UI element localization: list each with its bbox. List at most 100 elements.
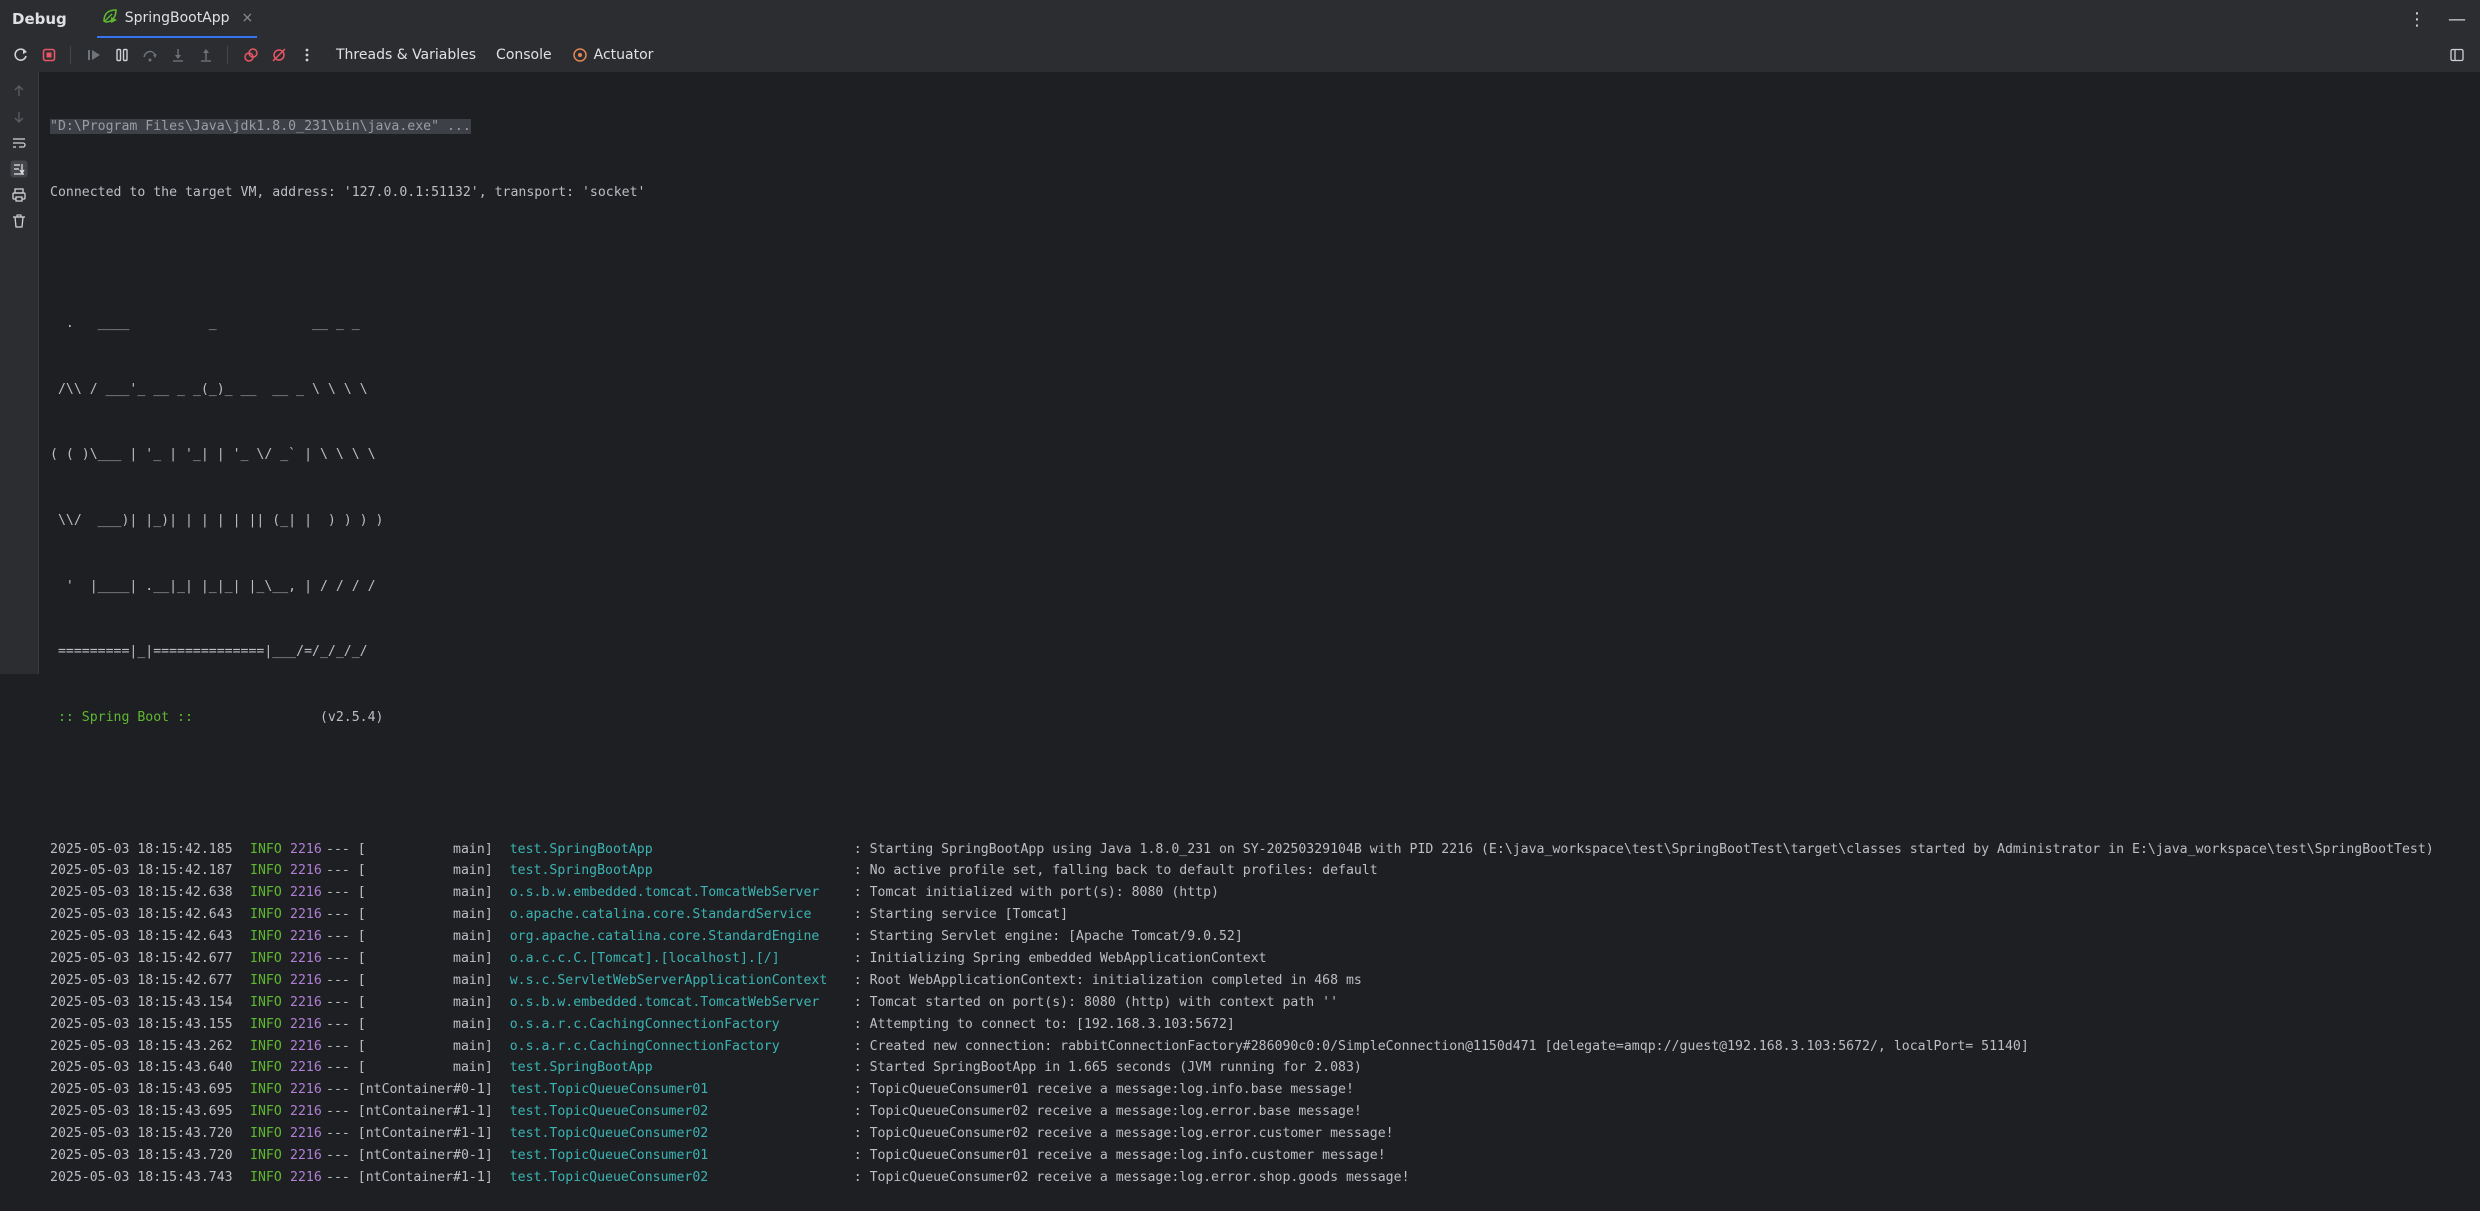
log-message: : TopicQueueConsumer01 receive a message… [853, 1082, 1354, 1098]
log-separator: --- [326, 1060, 350, 1076]
log-timestamp: 2025-05-03 18:15:43.743 [50, 1169, 233, 1185]
rerun-icon[interactable] [8, 42, 34, 68]
log-pid: 2216 [290, 907, 322, 923]
log-pid: 2216 [290, 929, 322, 945]
scroll-down-icon[interactable] [0, 104, 38, 130]
log-timestamp: 2025-05-03 18:15:43.262 [50, 1038, 233, 1054]
log-logger[interactable]: test.SpringBootApp [510, 839, 854, 861]
log-logger[interactable]: o.apache.catalina.core.StandardService [510, 904, 854, 926]
spring-boot-version: (v2.5.4) [200, 710, 384, 726]
connected-message: Connected to the target VM, address: '12… [50, 184, 646, 200]
log-pid: 2216 [290, 1148, 322, 1164]
log-logger[interactable]: o.s.a.r.c.CachingConnectionFactory [510, 1014, 854, 1036]
log-thread: [ntContainer#1-1] [357, 1104, 493, 1120]
log-logger[interactable]: test.SpringBootApp [510, 1057, 854, 1079]
log-message: : Tomcat initialized with port(s): 8080 … [853, 885, 1219, 901]
more-vert-icon[interactable] [294, 42, 320, 68]
log-separator: --- [326, 1038, 350, 1054]
tab-console[interactable]: Console [496, 47, 552, 63]
log-timestamp: 2025-05-03 18:15:42.638 [50, 885, 233, 901]
log-level: INFO [250, 1126, 282, 1142]
log-logger[interactable]: test.TopicQueueConsumer02 [510, 1101, 854, 1123]
log-logger[interactable]: test.TopicQueueConsumer01 [510, 1145, 854, 1167]
log-message: : Started SpringBootApp in 1.665 seconds… [853, 1060, 1362, 1076]
log-separator: --- [326, 863, 350, 879]
log-timestamp: 2025-05-03 18:15:43.640 [50, 1060, 233, 1076]
log-logger[interactable]: w.s.c.ServletWebServerApplicationContext [510, 970, 854, 992]
tab-threads-variables[interactable]: Threads & Variables [336, 47, 476, 63]
log-message: : TopicQueueConsumer02 receive a message… [853, 1126, 1394, 1142]
log-message: : Tomcat started on port(s): 8080 (http)… [853, 994, 1339, 1010]
log-message: : Created new connection: rabbitConnecti… [853, 1038, 2029, 1054]
log-line: 2025-05-03 18:15:42.643 INFO 2216 --- [ mai… [50, 926, 2480, 948]
stop-icon[interactable] [36, 42, 62, 68]
view-breakpoints-icon[interactable] [238, 42, 264, 68]
pause-icon[interactable] [109, 42, 135, 68]
log-pid: 2216 [290, 951, 322, 966]
clear-all-icon[interactable] [0, 208, 38, 234]
log-logger[interactable]: test.TopicQueueConsumer02 [510, 1123, 854, 1145]
layout-icon[interactable] [2444, 42, 2470, 68]
log-thread: [ main] [357, 1038, 493, 1054]
tab-springbootapp[interactable]: SpringBootApp × [96, 0, 258, 38]
log-thread: [ntContainer#0-1] [357, 1082, 493, 1098]
log-line: 2025-05-03 18:15:43.154 INFO 2216 --- [ mai… [50, 992, 2480, 1014]
log-logger[interactable]: o.a.c.c.C.[Tomcat].[localhost].[/] [510, 948, 854, 970]
scroll-up-icon[interactable] [0, 78, 38, 104]
log-thread: [ main] [357, 863, 493, 879]
log-thread: [ main] [357, 1060, 493, 1076]
spring-run-icon [101, 7, 119, 29]
log-timestamp: 2025-05-03 18:15:42.185 [50, 841, 233, 857]
log-timestamp: 2025-05-03 18:15:43.695 [50, 1082, 233, 1098]
log-logger[interactable]: test.TopicQueueConsumer02 [510, 1167, 854, 1189]
banner-line: ( ( )\___ | '_ | '_| | '_ \/ _` | \ \ \ … [50, 447, 376, 463]
log-timestamp: 2025-05-03 18:15:42.187 [50, 863, 233, 879]
step-out-icon[interactable] [193, 42, 219, 68]
more-vert-icon[interactable]: ⋮ [2408, 9, 2426, 30]
log-logger[interactable]: o.s.b.w.embedded.tomcat.TomcatWebServer [510, 882, 854, 904]
log-separator: --- [326, 1148, 350, 1164]
step-into-icon[interactable] [165, 42, 191, 68]
log-level: INFO [250, 885, 282, 901]
log-message: : Starting SpringBootApp using Java 1.8.… [853, 841, 2434, 857]
banner-line: ' |____| .__|_| |_|_| |_\__, | / / / / [50, 578, 376, 594]
log-logger[interactable]: o.s.b.w.embedded.tomcat.TomcatWebServer [510, 992, 854, 1014]
debug-toolbar: Threads & Variables Console Actuator [0, 38, 2480, 73]
log-thread: [ main] [357, 972, 493, 988]
log-timestamp: 2025-05-03 18:15:43.720 [50, 1148, 233, 1164]
scroll-to-end-icon[interactable] [0, 156, 38, 182]
banner-line: =========|_|==============|___/=/_/_/_/ [50, 644, 368, 660]
log-thread: [ntContainer#1-1] [357, 1126, 493, 1142]
log-separator: --- [326, 1169, 350, 1185]
log-line: 2025-05-03 18:15:42.677 INFO 2216 --- [ mai… [50, 948, 2480, 970]
print-icon[interactable] [0, 182, 38, 208]
log-message: : Starting service [Tomcat] [853, 907, 1069, 923]
log-logger[interactable]: o.s.a.r.c.CachingConnectionFactory [510, 1036, 854, 1058]
log-lines: 2025-05-03 18:15:42.185 INFO 2216 --- [ mai… [50, 839, 2480, 1189]
step-over-icon[interactable] [137, 42, 163, 68]
log-line: 2025-05-03 18:15:42.643 INFO 2216 --- [ mai… [50, 904, 2480, 926]
soft-wrap-icon[interactable] [0, 130, 38, 156]
tab-actuator[interactable]: Actuator [572, 47, 653, 63]
log-logger[interactable]: test.TopicQueueConsumer01 [510, 1079, 854, 1101]
log-pid: 2216 [290, 994, 322, 1010]
log-timestamp: 2025-05-03 18:15:42.677 [50, 972, 233, 988]
log-logger[interactable]: test.SpringBootApp [510, 860, 854, 882]
console-output[interactable]: "D:\Program Files\Java\jdk1.8.0_231\bin\… [50, 72, 2480, 1185]
log-logger[interactable]: org.apache.catalina.core.StandardEngine [510, 926, 854, 948]
log-message: : TopicQueueConsumer02 receive a message… [853, 1104, 1362, 1120]
java-command-line: "D:\Program Files\Java\jdk1.8.0_231\bin\… [50, 118, 471, 134]
log-pid: 2216 [290, 1016, 322, 1032]
log-timestamp: 2025-05-03 18:15:42.643 [50, 929, 233, 945]
log-level: INFO [250, 863, 282, 879]
log-pid: 2216 [290, 841, 322, 857]
log-level: INFO [250, 951, 282, 966]
log-separator: --- [326, 929, 350, 945]
mute-breakpoints-icon[interactable] [266, 42, 292, 68]
log-level: INFO [250, 1148, 282, 1164]
close-icon[interactable]: × [242, 10, 254, 26]
log-separator: --- [326, 885, 350, 901]
minimize-icon[interactable]: — [2448, 9, 2466, 30]
log-timestamp: 2025-05-03 18:15:42.643 [50, 907, 233, 923]
resume-icon[interactable] [81, 42, 107, 68]
